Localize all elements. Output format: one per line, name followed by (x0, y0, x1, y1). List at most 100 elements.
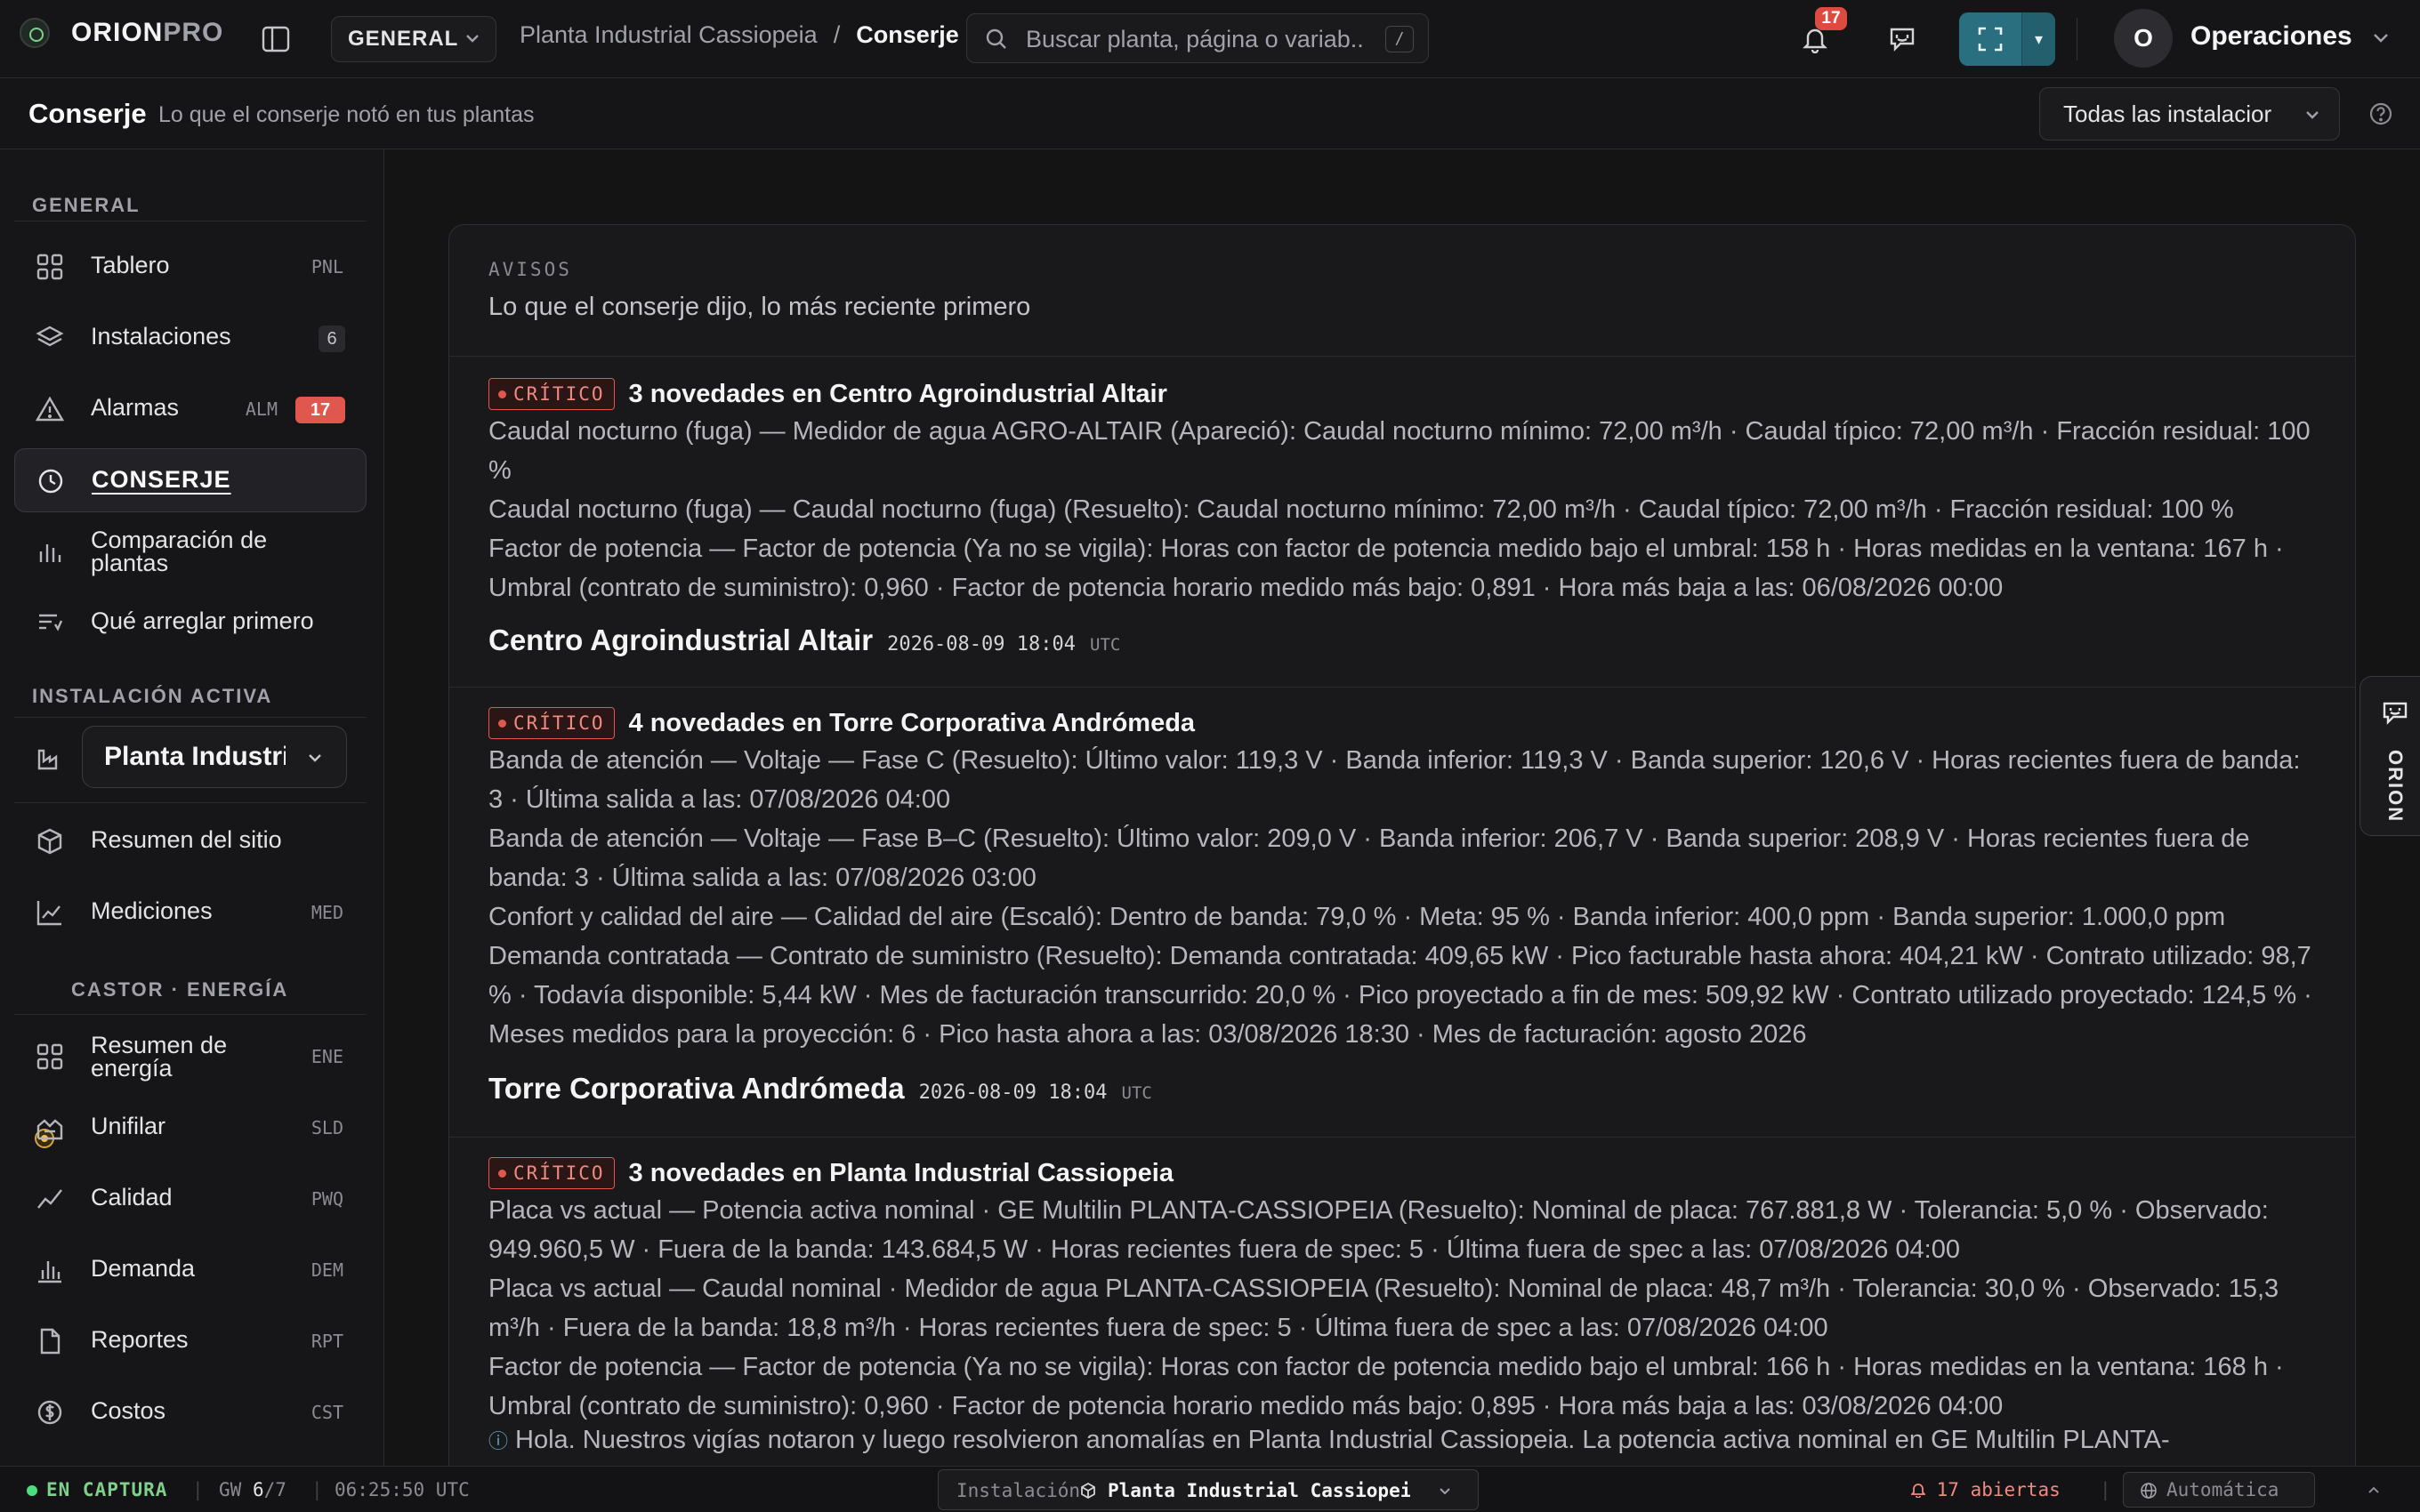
chevron-down-icon[interactable] (2370, 27, 2392, 48)
installation-switcher[interactable]: Instalación Planta Industrial Cassiopeia (938, 1469, 1479, 1510)
critical-badge: CRÍTICO (488, 378, 615, 410)
sidebar-item-costos[interactable]: Costos CST (14, 1380, 367, 1444)
sidebar-item-label: Calidad (91, 1184, 173, 1210)
bar-chart-icon (39, 544, 61, 562)
clock-icon (38, 469, 63, 494)
trend-icon (37, 1189, 62, 1209)
notice-line: Factor de potencia — Factor de potencia … (488, 535, 2284, 602)
notice-header: CRÍTICO 4 novedades en Torre Corporativa… (488, 707, 1195, 739)
coin-icon (37, 1400, 62, 1425)
live-indicator-icon (27, 1485, 37, 1496)
installation-filter-select[interactable]: Todas las instalacior (2039, 87, 2340, 141)
sidebar: GENERAL Tablero PNL Instalaciones 6 Alar… (0, 149, 384, 1466)
notice-line: Banda de atención — Voltaje — Fase B–C (… (488, 824, 2250, 892)
notice-timezone: UTC (1090, 635, 1121, 655)
capture-status: EN CAPTURA (27, 1479, 167, 1500)
cube-icon (1081, 1482, 1095, 1500)
app-logo-text[interactable]: ORIONPRO (71, 18, 223, 48)
notice-lines: Banda de atención — Voltaje — Fase C (Re… (488, 741, 2321, 1054)
search-icon (986, 28, 1006, 49)
sidebar-item-conserje[interactable]: CONSERJE (14, 448, 367, 512)
sidebar-item-mediciones[interactable]: Mediciones MED (14, 881, 367, 945)
section-label-castor: CASTOR · ENERGÍA (71, 978, 289, 1001)
section-label-active-install: INSTALACIÓN ACTIVA (32, 685, 273, 707)
sidebar-item-instalaciones[interactable]: Instalaciones 6 (14, 306, 367, 370)
divider: | (192, 1479, 204, 1500)
notice-item[interactable]: CRÍTICO 3 novedades en Planta Industrial… (449, 1138, 2355, 1466)
installation-value: Planta Industrial Cassiopeia (1108, 1480, 1410, 1501)
theme-mode-select[interactable]: Automática (2123, 1472, 2315, 1508)
fullscreen-split-button[interactable]: ▾ (1959, 12, 2055, 66)
notice-plant-name[interactable]: Centro Agroindustrial Altair (488, 623, 873, 657)
sidebar-item-tablero[interactable]: Tablero PNL (14, 235, 367, 299)
page-title: Conserje (28, 98, 147, 129)
notice-timezone: UTC (1121, 1083, 1152, 1103)
card-subtitle: Lo que el conserje dijo, lo más reciente… (488, 293, 1031, 321)
sidebar-item-unifilar[interactable]: Unifilar SLD (14, 1096, 367, 1160)
notice-line: Caudal nocturno (fuga) — Medidor de agua… (488, 417, 2311, 485)
gateway-status: GW 6/7 (219, 1479, 286, 1500)
notice-timestamp: 2026-08-09 18:04 (918, 1082, 1108, 1104)
fullscreen-options-caret[interactable]: ▾ (2021, 12, 2055, 66)
user-menu-name[interactable]: Operaciones (2190, 21, 2352, 52)
shortcut-code: ENE (311, 1046, 343, 1067)
bar-chart-icon (38, 1261, 61, 1283)
help-icon[interactable] (2363, 96, 2399, 132)
notices-card-header: AVISOS Lo que el conserje dijo, lo más r… (449, 225, 2355, 357)
chat-icon[interactable] (1884, 21, 1920, 57)
clock-readout: 06:25:50 UTC (335, 1479, 470, 1500)
sidebar-item-demanda[interactable]: Demanda DEM (14, 1238, 367, 1302)
sidebar-item-label: Resumen del sitio (91, 826, 282, 853)
sidebar-item-calidad[interactable]: Calidad PWQ (14, 1167, 367, 1231)
sidebar-item-que-arreglar[interactable]: Qué arreglar primero (14, 591, 367, 655)
notice-timestamp: 2026-08-09 18:04 (887, 633, 1076, 655)
sidebar-item-label: Reportes (91, 1326, 189, 1353)
shortcut-code: ALM (245, 398, 278, 420)
active-plant-select[interactable]: Planta Industrial Cassiopeia (82, 726, 347, 788)
sidebar-item-label: Comparación de plantas (91, 527, 268, 576)
status-bar: EN CAPTURA | GW 6/7 | 06:25:50 UTC Insta… (0, 1466, 2420, 1512)
search-box[interactable]: / (966, 13, 1429, 63)
factory-icon (37, 749, 58, 770)
sidebar-item-label: Alarmas (91, 394, 180, 421)
shortcut-code: MED (311, 902, 343, 923)
card-eyebrow: AVISOS (488, 259, 572, 280)
critical-badge: CRÍTICO (488, 707, 615, 739)
chevron-up-icon[interactable] (2365, 1481, 2383, 1499)
search-input[interactable] (1026, 21, 1364, 57)
notice-title: 3 novedades en Planta Industrial Cassiop… (628, 1158, 1174, 1187)
avatar[interactable]: O (2114, 9, 2173, 68)
notice-header: CRÍTICO 3 novedades en Planta Industrial… (488, 1157, 1174, 1189)
sidebar-item-resumen-energia[interactable]: Resumen de energía ENE (14, 1025, 367, 1089)
workspace-select[interactable]: GENERAL (331, 16, 496, 62)
fullscreen-icon[interactable] (1959, 12, 2021, 66)
diagram-icon (36, 1119, 63, 1140)
notice-line: Caudal nocturno (fuga) — Caudal nocturno… (488, 495, 2234, 524)
top-bar: ORIONPRO GENERAL Planta Industrial Cassi… (0, 0, 2420, 78)
orion-assistant-tab[interactable]: ORION (2360, 676, 2420, 836)
divider (14, 717, 367, 718)
notice-line: Factor de potencia — Factor de potencia … (488, 1353, 2284, 1420)
sidebar-item-comparacion[interactable]: Comparación de plantas (14, 519, 367, 583)
sidebar-item-alarmas[interactable]: Alarmas ALM 17 (14, 377, 367, 441)
sidebar-item-reportes[interactable]: Reportes RPT (14, 1309, 367, 1373)
sidebar-item-label: Mediciones (91, 897, 213, 924)
notices-card: AVISOS Lo que el conserje dijo, lo más r… (448, 224, 2356, 1466)
notice-item[interactable]: CRÍTICO 3 novedades en Centro Agroindust… (449, 357, 2355, 688)
sidebar-item-label: Qué arreglar primero (91, 607, 314, 634)
sidebar-item-label: Tablero (91, 252, 170, 278)
notice-line: Placa vs actual — Potencia activa nomina… (488, 1196, 2269, 1264)
chevron-down-icon (2306, 111, 2319, 119)
notice-plant-name[interactable]: Torre Corporativa Andrómeda (488, 1072, 905, 1106)
notice-header: CRÍTICO 3 novedades en Centro Agroindust… (488, 378, 1167, 410)
orion-logo-icon[interactable] (20, 18, 50, 48)
notice-item[interactable]: CRÍTICO 4 novedades en Torre Corporativa… (449, 688, 2355, 1138)
breadcrumb-plant[interactable]: Planta Industrial Cassiopeia (520, 21, 818, 49)
divider: | (2100, 1479, 2111, 1500)
open-alarms-link[interactable]: 17 abiertas (1909, 1479, 2061, 1500)
sidebar-toggle-icon[interactable] (258, 21, 294, 57)
chevron-down-icon (466, 35, 479, 43)
installation-label: Instalación (956, 1480, 1081, 1501)
sidebar-item-resumen-sitio[interactable]: Resumen del sitio (14, 809, 367, 873)
shortcut-code: SLD (311, 1117, 343, 1138)
